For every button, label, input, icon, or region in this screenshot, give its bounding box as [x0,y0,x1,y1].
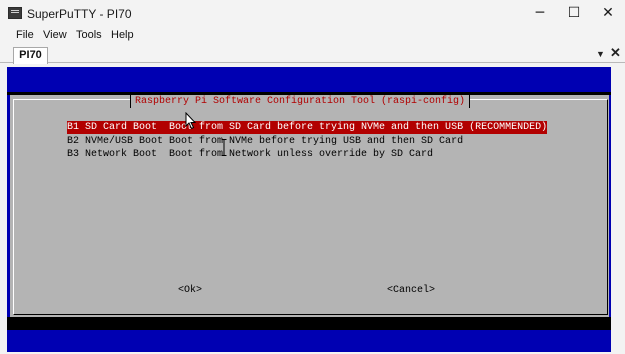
cancel-button[interactable]: <Cancel> [387,284,435,297]
menu-file[interactable]: File [16,29,34,42]
minimize-button[interactable]: ─ [522,0,558,27]
tab-bar: PI70 ▼ ✕ [0,45,625,64]
title-bar: SuperPuTTY - PI70 ─ ☐ ✕ [0,0,625,27]
tab-pi70[interactable]: PI70 [13,47,48,64]
window-title: SuperPuTTY - PI70 [27,7,132,21]
terminal-icon [8,7,22,19]
terminal-bottom-bar [7,317,611,330]
tab-list-dropdown-icon[interactable]: ▼ [596,48,605,60]
close-button[interactable]: ✕ [590,0,625,27]
dialog-title: Raspberry Pi Software Configuration Tool… [130,95,471,108]
option-b1-sd-card-boot[interactable]: B1 SD Card Boot Boot from SD Card before… [67,121,548,134]
mouse-pointer-icon [185,112,197,130]
maximize-button[interactable]: ☐ [556,0,592,27]
terminal-window[interactable]: Raspberry Pi Software Configuration Tool… [7,67,611,352]
ok-button[interactable]: <Ok> [178,284,202,297]
config-dialog: Raspberry Pi Software Configuration Tool… [10,95,609,317]
tab-close-icon[interactable]: ✕ [610,46,621,60]
menu-tools[interactable]: Tools [76,29,102,42]
option-b2-nvme-usb-boot[interactable]: B2 NVMe/USB Boot Boot from NVMe before t… [67,135,463,148]
menu-view[interactable]: View [43,29,67,42]
menu-bar: File View Tools Help [0,27,625,45]
text-ibeam-icon [221,139,227,156]
option-b3-network-boot[interactable]: B3 Network Boot Boot from Network unless… [67,148,433,161]
menu-help[interactable]: Help [111,29,134,42]
